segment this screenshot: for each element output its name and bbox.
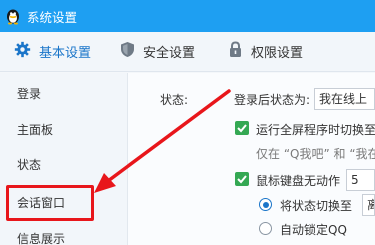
tab-basic-settings[interactable]: 基本设置: [14, 32, 91, 72]
sidebar-item-status[interactable]: 状态: [17, 155, 41, 175]
idle-label: 鼠标键盘无动作: [256, 174, 341, 188]
sidebar-item-main-panel[interactable]: 主面板: [17, 120, 53, 140]
status-section-label: 状态:: [160, 93, 189, 107]
check-icon: [237, 124, 247, 133]
idle-checkbox[interactable]: [235, 172, 249, 186]
shield-icon: [120, 41, 143, 62]
after-login-status-label: 登录后状态为:: [234, 93, 311, 107]
auto-lock-radio[interactable]: [259, 222, 272, 235]
title-bar: 系统设置: [0, 0, 375, 32]
tab-label: 基本设置: [39, 46, 92, 61]
fullscreen-hint-text: 仅在 “Q我吧” 和 “我在: [256, 147, 375, 161]
gear-icon: [14, 41, 39, 62]
fullscreen-switch-label: 运行全屏程序时切换至: [256, 123, 375, 137]
switch-state-select[interactable]: 离: [362, 194, 375, 216]
qq-penguin-icon: [4, 7, 22, 25]
idle-minutes-input[interactable]: 5: [346, 169, 375, 191]
tab-label: 权限设置: [251, 46, 304, 61]
tab-security-settings[interactable]: 安全设置: [120, 32, 195, 72]
highlight-box: [6, 185, 94, 221]
switch-state-label: 将状态切换至: [280, 199, 353, 213]
tab-permission-settings[interactable]: 权限设置: [228, 32, 303, 72]
fullscreen-switch-checkbox[interactable]: [235, 121, 249, 135]
sidebar-item-login[interactable]: 登录: [17, 84, 41, 104]
check-icon: [237, 175, 247, 184]
after-login-status-select[interactable]: 我在线上: [314, 88, 375, 110]
window-title: 系统设置: [27, 9, 78, 25]
tab-label: 安全设置: [143, 46, 196, 61]
auto-lock-label: 自动锁定QQ: [280, 223, 347, 237]
switch-state-radio[interactable]: [259, 198, 272, 211]
lock-icon: [228, 41, 251, 62]
settings-tab-bar: 基本设置 安全设置 权限设置: [0, 32, 375, 72]
sidebar-item-info-display[interactable]: 信息展示: [17, 229, 65, 245]
